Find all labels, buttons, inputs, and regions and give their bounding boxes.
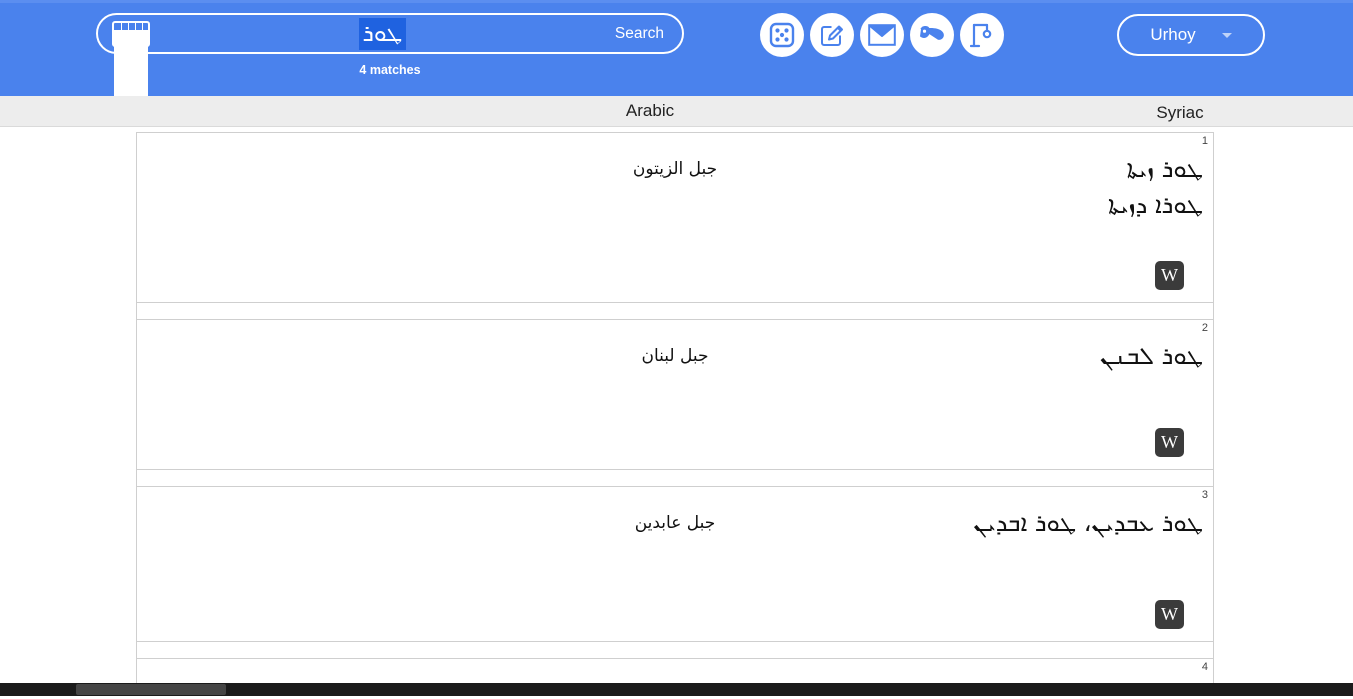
user-name-label: Urhoy <box>1150 25 1196 44</box>
table-row[interactable]: 1 ܛܘܪ ܙܝܬܐ ܛܘܪܐ ܕܙܝܬܐ جبل الزيتون W <box>137 133 1213 303</box>
hangman-gallows-icon-button[interactable] <box>960 13 1004 57</box>
row-number: 1 <box>1201 135 1208 147</box>
column-header-bar: Arabic Syriac <box>0 96 1353 127</box>
search-text-wrapper: ܛܘܪ <box>150 17 615 50</box>
results-area: 1 ܛܘܪ ܙܝܬܐ ܛܘܪܐ ܕܙܝܬܐ جبل الزيتون W 2 ܛܘܪ ܠܒܢܢ… <box>0 127 1353 696</box>
toolbar-icons <box>760 13 1004 57</box>
hangman-gallows-icon <box>970 23 992 48</box>
table-row[interactable]: 2 ܛܘܪ ܠܒܢܢ جبل لبنان W <box>137 320 1213 470</box>
row-number: 2 <box>1201 322 1208 334</box>
scrollbar-thumb[interactable] <box>76 684 226 695</box>
wikipedia-link-button[interactable]: W <box>1155 428 1184 457</box>
search-area: ܛܘܪ Search 4 matches <box>96 13 684 187</box>
dice-icon <box>769 22 795 48</box>
match-count-label: 4 matches <box>359 63 421 77</box>
pencil-edit-icon-button[interactable] <box>810 13 854 57</box>
syriac-letter-icon <box>920 26 944 40</box>
row-separator <box>137 642 1213 659</box>
top-navigation-bar: ܛܘܪ Search 4 matches Urhoy <box>0 0 1353 187</box>
row-separator <box>137 470 1213 487</box>
cell-arabic: جبل لبنان <box>641 346 709 366</box>
search-button[interactable]: Search <box>615 25 664 43</box>
cell-arabic: جبل الزيتون <box>632 159 718 179</box>
pencil-edit-icon <box>821 25 843 46</box>
syriac-line: ܛܘܪܐ ܕܙܝܬܐ <box>1107 191 1203 219</box>
user-menu-button[interactable]: Urhoy <box>1117 14 1265 56</box>
search-query-text[interactable]: ܛܘܪ <box>358 17 407 50</box>
cell-arabic: جبل عابدين <box>634 513 716 533</box>
table-row[interactable]: 3 ܛܘܪ ܥܒܕܝܢ، ܛܘܪ ܐܒܕܝܢ جبل عابدين W <box>137 487 1213 642</box>
search-input[interactable]: ܛܘܪ Search <box>96 13 684 187</box>
row-number: 3 <box>1201 489 1208 501</box>
results-table: 1 ܛܘܪ ܙܝܬܐ ܛܘܪܐ ܕܙܝܬܐ جبل الزيتون W 2 ܛܘܪ ܠܒܢܢ… <box>136 132 1214 696</box>
column-header-syriac[interactable]: Syriac <box>1100 103 1260 123</box>
row-separator <box>137 303 1213 320</box>
wikipedia-link-button[interactable]: W <box>1155 261 1184 290</box>
syriac-letter-icon-button[interactable] <box>910 13 954 57</box>
wikipedia-link-button[interactable]: W <box>1155 600 1184 629</box>
row-number: 4 <box>1201 661 1208 673</box>
horizontal-scrollbar[interactable] <box>0 683 1353 696</box>
dice-icon-button[interactable] <box>760 13 804 57</box>
envelope-mail-icon <box>868 24 896 46</box>
envelope-mail-icon-button[interactable] <box>860 13 904 57</box>
keyboard-icon[interactable] <box>112 20 150 187</box>
chevron-down-icon <box>1221 32 1232 38</box>
